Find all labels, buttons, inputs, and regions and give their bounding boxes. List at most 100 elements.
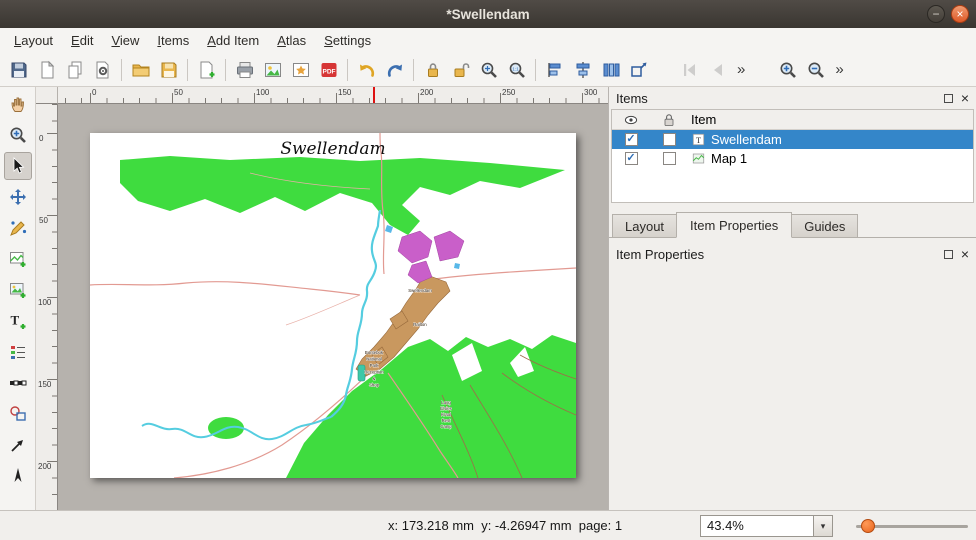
zoom-slider[interactable] [856, 525, 968, 528]
toolbar-separator [413, 59, 414, 81]
toolbar-separator [347, 59, 348, 81]
align-items-button[interactable] [541, 56, 568, 83]
add-pages-button[interactable] [193, 56, 220, 83]
ruler-number: 250 [502, 88, 515, 97]
add-shape-button[interactable] [4, 400, 32, 428]
save-project-button[interactable] [5, 56, 32, 83]
map-label-park-line: Park [370, 363, 380, 368]
map-item[interactable]: Swellendam Railton Bontebok National Par… [90, 133, 576, 478]
move-item-content-tool-button[interactable] [4, 183, 32, 211]
items-panel-title: Items [616, 91, 648, 106]
table-row-map1[interactable]: ✓ Map 1 [612, 149, 973, 168]
tab-item-properties[interactable]: Item Properties [676, 212, 792, 238]
zoom-full-button[interactable] [475, 56, 502, 83]
distribute-items-button[interactable] [597, 56, 624, 83]
items-panel-float-icon[interactable] [944, 94, 953, 103]
map-label-camp-line: Rest [442, 418, 452, 423]
atlas-first-button[interactable] [676, 56, 703, 83]
menu-settings[interactable]: Settings [315, 30, 380, 51]
add-legend-button[interactable] [4, 338, 32, 366]
add-map-button[interactable] [4, 245, 32, 273]
label-item-icon [691, 132, 706, 147]
layout-manager-button[interactable] [89, 56, 116, 83]
save-template-button[interactable] [155, 56, 182, 83]
map-label-park-line: & [373, 376, 376, 381]
zoom-level-value[interactable]: 43.4% [701, 516, 813, 536]
lock-items-button[interactable] [419, 56, 446, 83]
toolbar-overflow-chevron[interactable]: » [732, 61, 750, 78]
add-arrow-button[interactable] [4, 431, 32, 459]
export-svg-button[interactable] [287, 56, 314, 83]
print-button[interactable] [231, 56, 258, 83]
select-move-item-tool-button[interactable] [4, 152, 32, 180]
duplicate-layout-button[interactable] [61, 56, 88, 83]
align-center-icon [573, 60, 593, 80]
export-image-button[interactable] [259, 56, 286, 83]
add-arrow-icon [8, 435, 28, 455]
cursor-position-marker [373, 87, 375, 103]
layout-canvas[interactable]: Swellendam [58, 104, 608, 510]
zoom-out-button[interactable] [802, 56, 829, 83]
map-label-camp-line: Lang [441, 400, 451, 405]
main-area: 0 50 100 150 200 250 300 0 50 100 150 20… [0, 87, 976, 510]
resize-icon [629, 60, 649, 80]
lock-checkbox[interactable] [663, 152, 676, 165]
item-label: Map 1 [711, 151, 747, 166]
statusbar: x: 173.218 mm y: -4.26947 mm page: 1 43.… [0, 510, 976, 540]
map-label-park-line: Shop [369, 383, 380, 388]
new-layout-icon [37, 60, 57, 80]
load-template-button[interactable] [127, 56, 154, 83]
edit-nodes-tool-button[interactable] [4, 214, 32, 242]
tab-layout[interactable]: Layout [612, 214, 677, 237]
visibility-checkbox[interactable]: ✓ [625, 152, 638, 165]
new-layout-button[interactable] [33, 56, 60, 83]
menu-edit[interactable]: Edit [62, 30, 102, 51]
ruler-number: 200 [420, 88, 433, 97]
close-button[interactable]: × [951, 5, 969, 23]
align-center-button[interactable] [569, 56, 596, 83]
lock-checkbox[interactable] [663, 133, 676, 146]
menu-items[interactable]: Items [148, 30, 198, 51]
navigation-overflow-chevron[interactable]: » [830, 61, 848, 78]
item-properties-float-icon[interactable] [944, 250, 953, 259]
zoom-tool-button[interactable] [4, 121, 32, 149]
map-label-park-line: National [366, 357, 382, 362]
menu-view[interactable]: View [102, 30, 148, 51]
add-north-arrow-button[interactable] [4, 462, 32, 490]
qgis-layout-window: *Swellendam − × Layout Edit View Items A… [0, 0, 976, 540]
add-pages-icon [197, 60, 217, 80]
map-title-label[interactable]: Swellendam [90, 139, 576, 159]
menu-atlas[interactable]: Atlas [268, 30, 315, 51]
unlock-items-button[interactable] [447, 56, 474, 83]
export-pdf-button[interactable] [315, 56, 342, 83]
map-label-camp-line: Camp [440, 424, 452, 429]
menubar: Layout Edit View Items Add Item Atlas Se… [0, 28, 976, 53]
pan-tool-button[interactable] [4, 90, 32, 118]
titlebar[interactable]: *Swellendam − × [0, 0, 976, 28]
item-properties-close-icon[interactable]: × [961, 247, 969, 261]
menu-add-item[interactable]: Add Item [198, 30, 268, 51]
add-label-button[interactable] [4, 307, 32, 335]
visibility-checkbox[interactable]: ✓ [625, 133, 638, 146]
tab-guides[interactable]: Guides [791, 214, 858, 237]
minimize-button[interactable]: − [927, 5, 945, 23]
zoom-actual-button[interactable] [503, 56, 530, 83]
zoom-dropdown-button[interactable]: ▾ [813, 516, 832, 536]
zoom-slider-handle[interactable] [861, 519, 875, 533]
layout-page[interactable]: Swellendam [90, 133, 576, 478]
add-picture-button[interactable] [4, 276, 32, 304]
resize-items-button[interactable] [625, 56, 652, 83]
map-label-town: Swellendam [408, 288, 432, 293]
zoom-full-icon [479, 60, 499, 80]
zoom-level-combobox[interactable]: 43.4% ▾ [700, 515, 833, 537]
table-row-swellendam[interactable]: ✓ Swellendam [612, 130, 973, 149]
atlas-previous-icon [708, 60, 728, 80]
menu-layout[interactable]: Layout [5, 30, 62, 51]
undo-button[interactable] [353, 56, 380, 83]
ruler-number: 200 [38, 462, 51, 471]
items-panel-close-icon[interactable]: × [961, 91, 969, 105]
atlas-previous-button[interactable] [704, 56, 731, 83]
redo-button[interactable] [381, 56, 408, 83]
add-scalebar-button[interactable] [4, 369, 32, 397]
zoom-in-button[interactable] [774, 56, 801, 83]
